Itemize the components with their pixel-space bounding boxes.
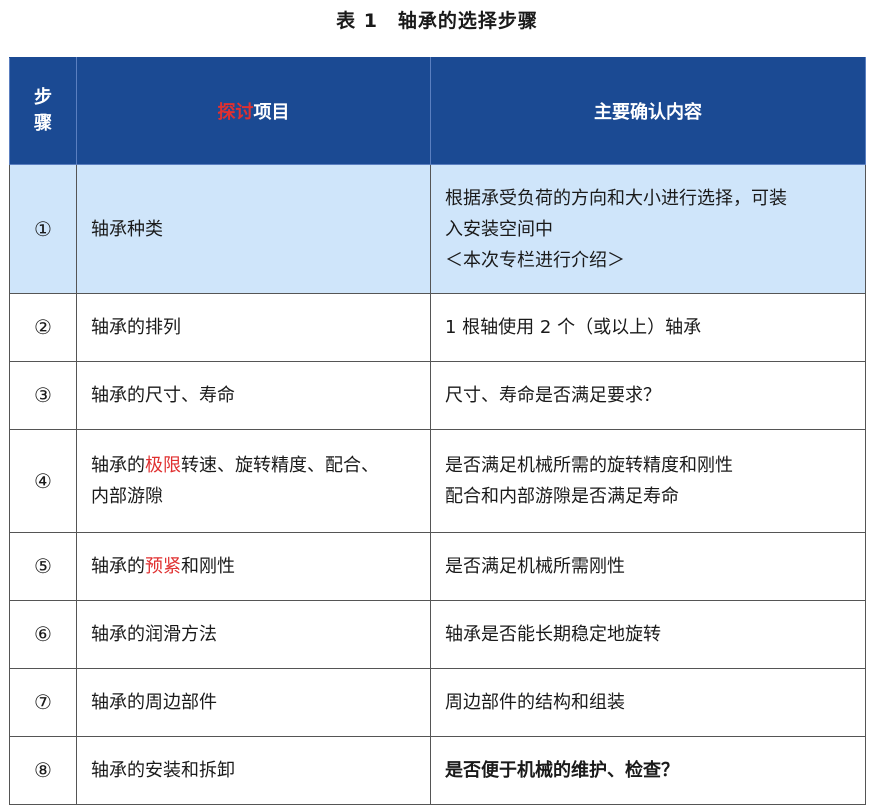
item-text: 轴承的周边部件 (91, 692, 217, 713)
content-cell: 1 根轴使用 2 个（或以上）轴承 (430, 293, 866, 362)
item-text: 轴承的尺寸、寿命 (91, 385, 235, 406)
content-line: 入安装空间中 (445, 218, 553, 240)
item-cell: 轴承的周边部件 (76, 668, 431, 737)
table-row: ① 轴承种类 根据承受负荷的方向和大小进行选择，可装 入安装空间中 ＜本次专栏进行介绍＞ (9, 164, 866, 294)
content-cell: 周边部件的结构和组装 (430, 668, 866, 737)
content-line: 根据承受负荷的方向和大小进行选择，可装 (445, 187, 787, 209)
item-text: 转速、旋转精度、配合、 (181, 455, 379, 476)
content-line: 轴承是否能长期稳定地旋转 (445, 624, 661, 645)
header-item: 探讨项目 (76, 57, 431, 165)
step-number: ② (9, 293, 77, 362)
content-cell: 尺寸、寿命是否满足要求？ (430, 361, 866, 430)
table-row: ③ 轴承的尺寸、寿命 尺寸、寿命是否满足要求？ (9, 361, 866, 430)
table-row: ⑥ 轴承的润滑方法 轴承是否能长期稳定地旋转 (9, 600, 866, 669)
content-line: 周边部件的结构和组装 (445, 692, 625, 713)
table-row: ⑧ 轴承的安装和拆卸 是否便于机械的维护、检查？ (9, 736, 866, 805)
content-cell: 是否满足机械所需刚性 (430, 532, 866, 601)
item-text: 轴承的 (91, 455, 145, 476)
item-cell: 轴承的极限转速、旋转精度、配合、 内部游隙 (76, 429, 431, 533)
table-row: ② 轴承的排列 1 根轴使用 2 个（或以上）轴承 (9, 293, 866, 362)
table-title: 表 1 轴承的选择步骤 (336, 10, 538, 32)
item-cell: 轴承的润滑方法 (76, 600, 431, 669)
step-number: ③ (9, 361, 77, 430)
item-cell: 轴承种类 (76, 164, 431, 294)
content-line: ＜本次专栏进行介绍＞ (445, 249, 625, 271)
content-line: 是否满足机械所需的旋转精度和刚性 (445, 455, 733, 476)
content-line: 是否满足机械所需刚性 (445, 556, 625, 577)
item-highlight-text: 预紧 (145, 556, 181, 577)
content-line: 尺寸、寿命是否满足要求？ (445, 385, 661, 406)
header-item-rest: 项目 (253, 102, 290, 123)
content-line: 配合和内部游隙是否满足寿命 (445, 486, 679, 507)
item-text: 轴承的安装和拆卸 (91, 760, 235, 781)
step-number: ⑥ (9, 600, 77, 669)
item-text: 轴承的润滑方法 (91, 624, 217, 645)
item-cell: 轴承的安装和拆卸 (76, 736, 431, 805)
item-text: 内部游隙 (91, 486, 163, 507)
content-line: 1 根轴使用 2 个（或以上）轴承 (445, 317, 702, 338)
header-step: 步 骤 (9, 57, 77, 165)
header-content: 主要确认内容 (430, 57, 866, 165)
item-cell: 轴承的排列 (76, 293, 431, 362)
table-body: ① 轴承种类 根据承受负荷的方向和大小进行选择，可装 入安装空间中 ＜本次专栏进行介绍＞… (9, 164, 866, 805)
content-cell: 是否满足机械所需的旋转精度和刚性 配合和内部游隙是否满足寿命 (430, 429, 866, 533)
step-number: ⑦ (9, 668, 77, 737)
item-text: 轴承的排列 (91, 317, 181, 338)
step-number: ① (9, 164, 77, 294)
table-row: ④ 轴承的极限转速、旋转精度、配合、 内部游隙 是否满足机械所需的旋转精度和刚性 配合和… (9, 429, 866, 533)
header-step-line2: 骤 (34, 113, 52, 134)
item-text: 轴承种类 (91, 218, 163, 240)
step-number: ⑧ (9, 736, 77, 805)
item-cell: 轴承的尺寸、寿命 (76, 361, 431, 430)
content-cell: 是否便于机械的维护、检查？ (430, 736, 866, 805)
item-text: 和刚性 (181, 556, 235, 577)
header-item-red: 探讨 (217, 102, 254, 123)
step-number: ④ (9, 429, 77, 533)
item-cell: 轴承的预紧和刚性 (76, 532, 431, 601)
item-text: 轴承的 (91, 556, 145, 577)
table-row: ⑤ 轴承的预紧和刚性 是否满足机械所需刚性 (9, 532, 866, 601)
content-cell: 轴承是否能长期稳定地旋转 (430, 600, 866, 669)
bearing-selection-table: 步 骤 探讨项目 主要确认内容 ① 轴承种类 根据承受负荷的方向和大小进行选择，可装… (9, 57, 866, 805)
table-header-row: 步 骤 探讨项目 主要确认内容 (9, 57, 866, 165)
content-cell: 根据承受负荷的方向和大小进行选择，可装 入安装空间中 ＜本次专栏进行介绍＞ (430, 164, 866, 294)
table-row: ⑦ 轴承的周边部件 周边部件的结构和组装 (9, 668, 866, 737)
header-step-line1: 步 (34, 87, 52, 108)
content-line: 是否便于机械的维护、检查？ (445, 760, 679, 781)
item-highlight-text: 极限 (145, 455, 181, 476)
step-number: ⑤ (9, 532, 77, 601)
